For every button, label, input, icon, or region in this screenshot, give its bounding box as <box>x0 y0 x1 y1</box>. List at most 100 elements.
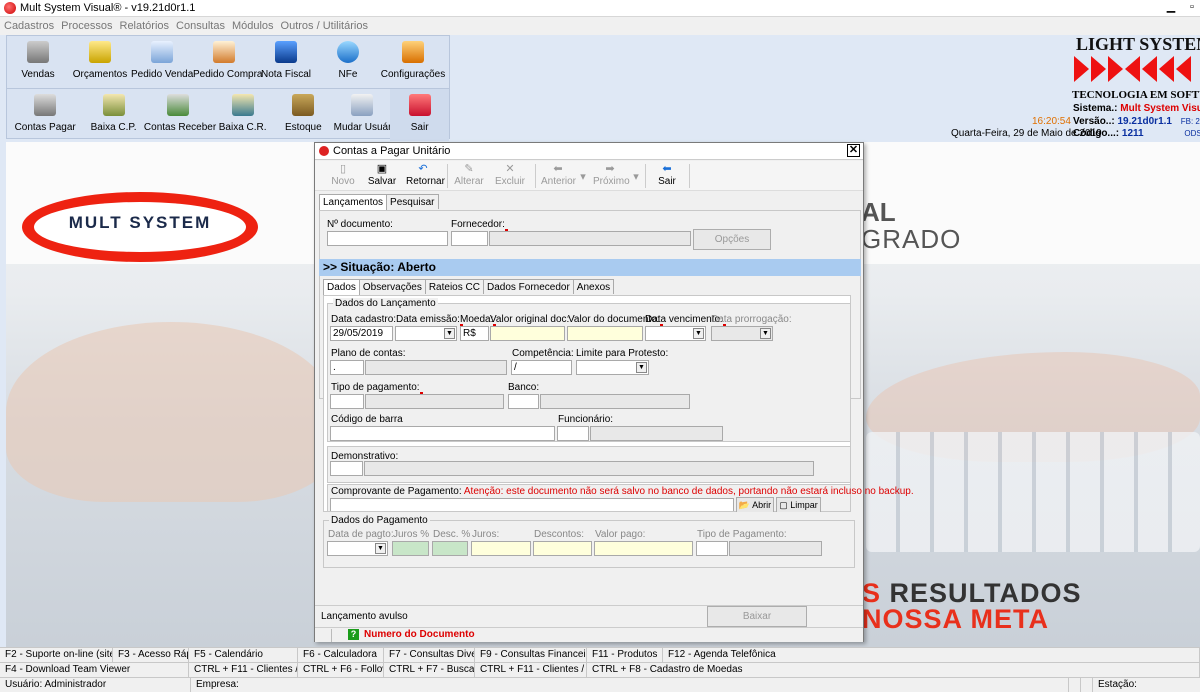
valor-pago-input[interactable] <box>594 541 693 556</box>
anterior-button[interactable]: ⬅ Anterior <box>541 163 576 191</box>
plano-contas-code-input[interactable]: . <box>330 360 364 375</box>
salvar-button[interactable]: ▣ Salvar <box>367 163 397 191</box>
vendas-button[interactable]: Vendas <box>7 36 69 88</box>
configuracoes-button[interactable]: Configurações <box>379 36 447 88</box>
banco-code-input[interactable] <box>508 394 539 409</box>
fkey-f2[interactable]: F2 - Suporte on-line (site) <box>0 648 113 663</box>
fkey-ctrl-f6[interactable]: CTRL + F6 - Follow-up <box>298 663 384 678</box>
opcoes-button[interactable]: Opções <box>693 229 771 250</box>
pedido-compra-button[interactable]: Pedido Compra <box>193 36 262 88</box>
juros-pct-input[interactable] <box>392 541 429 556</box>
maximize-button[interactable]: ▫ <box>1185 0 1199 16</box>
chevron-down-icon[interactable]: ▼ <box>444 328 455 339</box>
data-pagto-input[interactable]: ▼ <box>327 541 388 556</box>
desc-pct-label: Desc. % <box>433 529 471 540</box>
data-vencimento-input[interactable]: ▼ <box>645 326 706 341</box>
moeda-label: Moeda: <box>460 314 497 327</box>
fornecedor-code-input[interactable] <box>451 231 488 246</box>
proximo-dropdown[interactable]: ▾ <box>630 163 640 191</box>
n-documento-input[interactable] <box>327 231 448 246</box>
contas-pagar-button[interactable]: Contas Pagar <box>7 89 83 141</box>
tipo-pagamento2-code-input[interactable] <box>696 541 728 556</box>
fkey-f4[interactable]: F4 - Download Team Viewer <box>0 663 189 678</box>
retornar-button[interactable]: ↶ Retornar <box>406 163 445 191</box>
fkey-f12[interactable]: F12 - Agenda Telefônica <box>663 648 1200 663</box>
data-emissao-input[interactable]: ▼ <box>395 326 457 341</box>
alterar-button[interactable]: ✎ Alterar <box>454 163 484 191</box>
dialog-sair-button[interactable]: ⬅ Sair <box>655 163 679 191</box>
tab-dados[interactable]: Dados <box>323 279 360 295</box>
limpar-button[interactable]: ▢ Limpar <box>776 497 821 512</box>
limite-protesto-input[interactable]: ▼ <box>576 360 649 375</box>
tab-pesquisar[interactable]: Pesquisar <box>386 194 439 209</box>
fkey-f9[interactable]: F9 - Consultas Financeiro <box>475 648 587 663</box>
tipo-pagamento-code-input[interactable] <box>330 394 364 409</box>
fkeys-row-2: F4 - Download Team Viewer CTRL + F11 - C… <box>0 662 1200 678</box>
fkey-f3[interactable]: F3 - Acesso Rápido <box>113 648 189 663</box>
proximo-button[interactable]: ➡ Próximo <box>593 163 630 191</box>
fkey-ctrl-f8[interactable]: CTRL + F8 - Cadastro de Moedas <box>587 663 1200 678</box>
fkey-f11[interactable]: F11 - Produtos <box>587 648 663 663</box>
menu-relatorios[interactable]: Relatórios <box>120 20 170 32</box>
valor-original-label: Valor original doc: <box>490 314 570 325</box>
demonstrativo-code-input[interactable] <box>330 461 363 476</box>
baixa-cp-button[interactable]: Baixa C.P. <box>83 89 144 141</box>
novo-button[interactable]: ▯ Novo <box>329 163 357 191</box>
baixar-button[interactable]: Baixar <box>707 606 807 627</box>
menu-consultas[interactable]: Consultas <box>176 20 225 32</box>
moeda-input[interactable]: R$ <box>460 326 489 341</box>
descontos-input[interactable] <box>533 541 592 556</box>
funcionario-code-input[interactable] <box>557 426 589 441</box>
baixa-cr-button[interactable]: Baixa C.R. <box>212 89 273 141</box>
fkey-f6[interactable]: F6 - Calculadora <box>298 648 384 663</box>
status-empresa: Empresa: <box>191 678 1069 692</box>
desc-pct-input[interactable] <box>432 541 468 556</box>
fkey-ctrl-f11[interactable]: CTRL + F11 - Clientes / Forn <box>189 663 298 678</box>
mudar-usuario-button[interactable]: Mudar Usuário <box>334 89 399 141</box>
data-pagto-label: Data de pagto: <box>328 529 394 540</box>
contas-receber-button[interactable]: Contas Receber <box>144 89 216 141</box>
competencia-input[interactable]: / <box>511 360 572 375</box>
fkey-ctrl-f7[interactable]: CTRL + F7 - Busca CEP <box>384 663 475 678</box>
chevron-down-icon[interactable]: ▼ <box>693 328 704 339</box>
juros-input[interactable] <box>471 541 531 556</box>
valor-original-input[interactable] <box>490 326 565 341</box>
nfe-button[interactable]: NFe <box>317 36 379 88</box>
valor-documento-input[interactable] <box>567 326 643 341</box>
minimize-button[interactable]: ▁ <box>1164 0 1178 16</box>
codigo-barra-input[interactable] <box>330 426 555 441</box>
tab-dados-fornecedor[interactable]: Dados Fornecedor <box>482 279 574 294</box>
tab-observacoes[interactable]: Observações <box>358 279 426 294</box>
funcionario-name-field <box>590 426 723 441</box>
juros-label: Juros: <box>472 529 500 540</box>
menu-outros[interactable]: Outros / Utilitários <box>281 20 368 32</box>
anterior-dropdown[interactable]: ▾ <box>577 163 587 191</box>
comprovante-input[interactable] <box>330 498 734 511</box>
abrir-button[interactable]: 📂 Abrir <box>736 497 774 512</box>
top-tabs: Lançamentos Pesquisar <box>319 194 439 210</box>
tab-rateios-cc[interactable]: Rateios CC <box>424 279 484 294</box>
pedido-venda-button[interactable]: Pedido Venda <box>131 36 193 88</box>
data-cadastro-input[interactable]: 29/05/2019 <box>330 326 393 341</box>
fkey-f7[interactable]: F7 - Consultas Diversas <box>384 648 475 663</box>
estoque-button[interactable]: Estoque <box>273 89 334 141</box>
fkey-ctrl-f11-b[interactable]: CTRL + F11 - Clientes / Forn <box>475 663 587 678</box>
bg-text-meta: NOSSA META <box>862 604 1050 634</box>
excluir-button[interactable]: ✕ Excluir <box>495 163 525 191</box>
menu-modulos[interactable]: Módulos <box>232 20 274 32</box>
menu-cadastros[interactable]: Cadastros <box>4 20 54 32</box>
current-date: Quarta-Feira, 29 de Maio de 2019 <box>951 128 1102 139</box>
chevron-down-icon[interactable]: ▼ <box>636 362 647 373</box>
document-icon <box>151 41 173 63</box>
fkey-f5[interactable]: F5 - Calendário <box>189 648 298 663</box>
tab-lancamentos[interactable]: Lançamentos <box>319 194 388 210</box>
tools-icon <box>402 41 424 63</box>
delete-icon: ✕ <box>505 163 515 175</box>
chevron-down-icon[interactable]: ▼ <box>375 543 386 554</box>
close-icon[interactable]: ✕ <box>847 144 860 157</box>
tab-anexos[interactable]: Anexos <box>572 279 615 294</box>
orcamentos-button[interactable]: Orçamentos <box>69 36 131 88</box>
menu-processos[interactable]: Processos <box>61 20 112 32</box>
nota-fiscal-button[interactable]: Nota Fiscal <box>255 36 317 88</box>
sair-button[interactable]: Sair <box>390 89 449 141</box>
